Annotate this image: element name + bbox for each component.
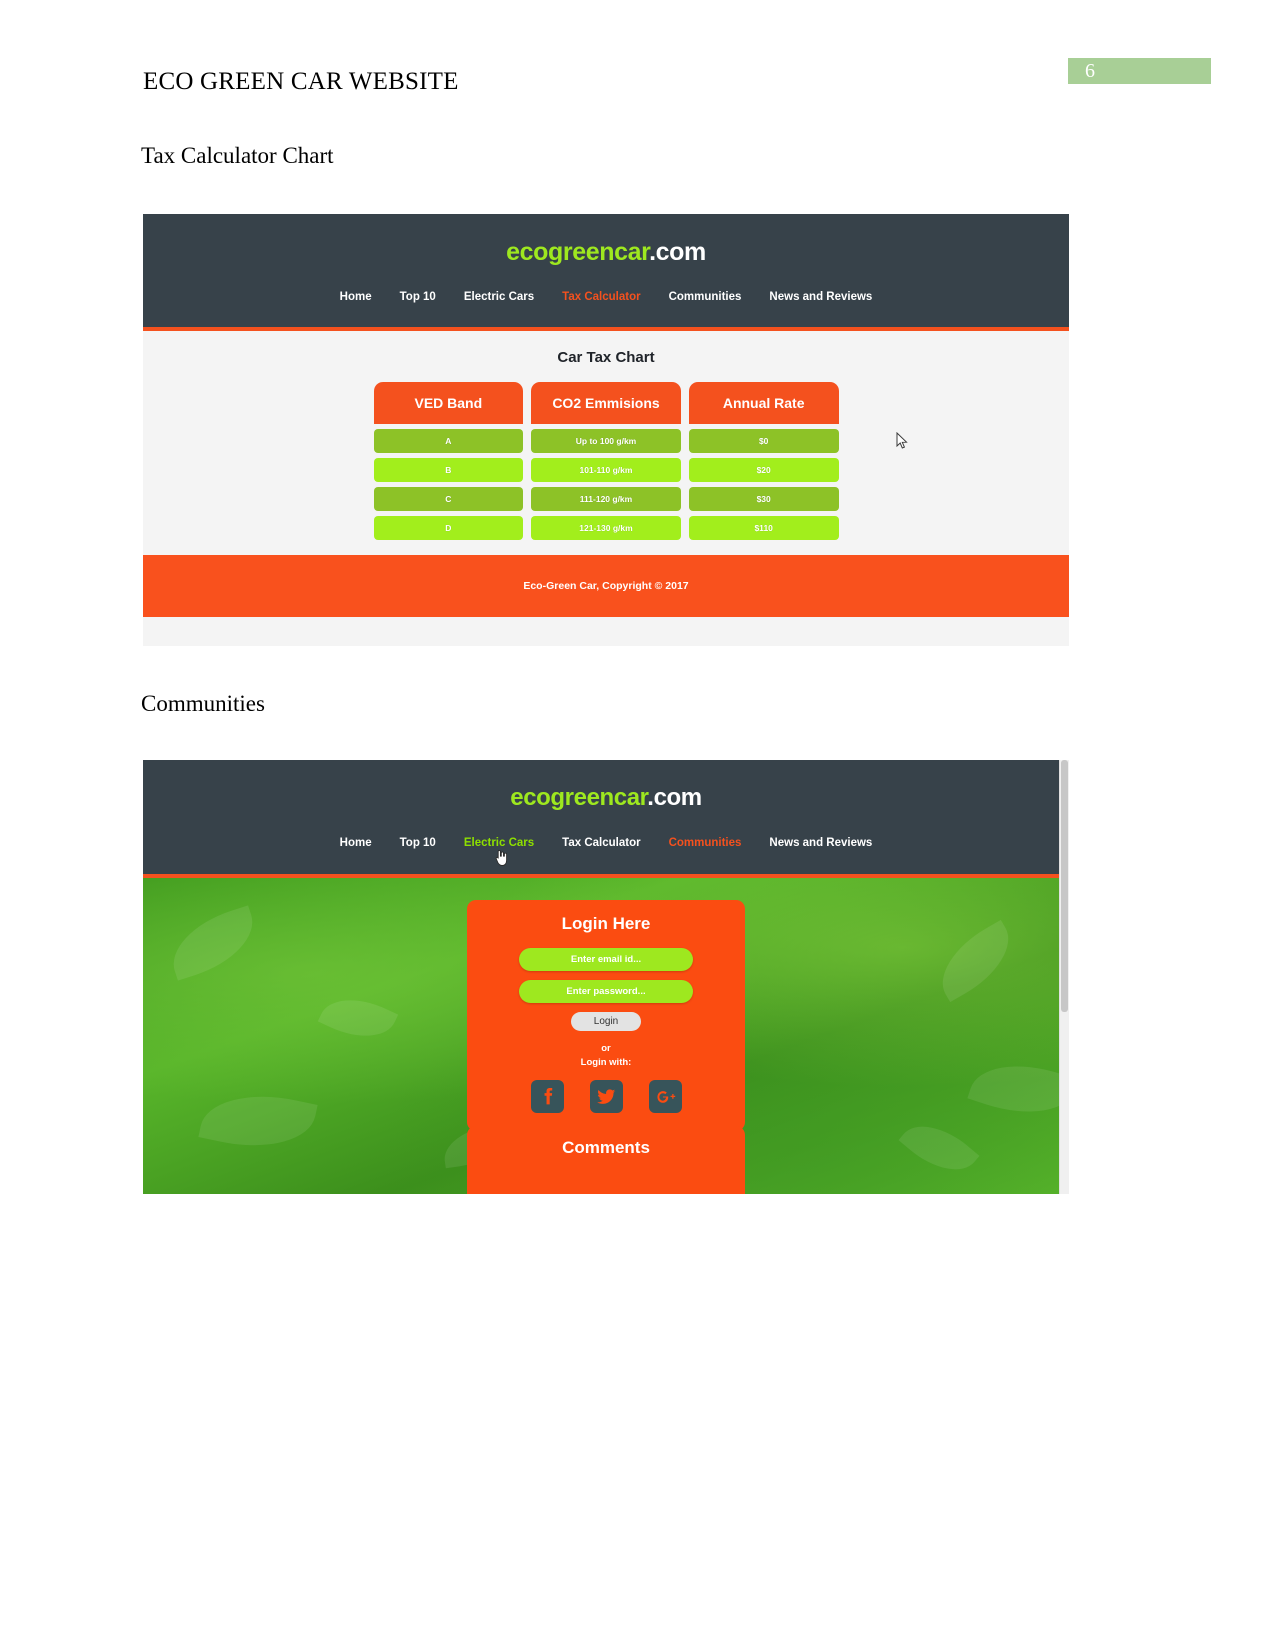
nav-item-communities[interactable]: Communities [655, 837, 756, 849]
leaf-decoration [162, 905, 264, 981]
car-tax-chart-title: Car Tax Chart [557, 349, 655, 366]
facebook-icon[interactable] [530, 1080, 564, 1113]
cell-ved-band: C [373, 487, 524, 511]
cell-co2-emissions: 101-110 g/km [531, 458, 681, 482]
leaf-decoration [927, 919, 1024, 1003]
communities-body: Login Here Login or Login with: [143, 878, 1069, 1194]
document-page: ECO GREEN CAR WEBSITE 6 Tax Calculator C… [0, 0, 1275, 1651]
site-nav-communities: Home Top 10 Electric Cars Tax Calculator… [143, 837, 1069, 849]
nav-item-tax-calculator[interactable]: Tax Calculator [548, 837, 654, 849]
social-login-row [467, 1080, 745, 1113]
leaf-decoration [198, 1082, 318, 1160]
site-header-communities: ecogreencar.com Home Top 10 Electric Car… [143, 760, 1069, 874]
login-panel-title: Login Here [561, 914, 651, 933]
login-with-label: Login with: [580, 1057, 632, 1068]
or-separator-label: or [601, 1043, 611, 1054]
table-row: B 101-110 g/km $20 [373, 458, 839, 482]
site-logo-tax[interactable]: ecogreencar.com [143, 214, 1069, 267]
cell-co2-emissions: 111-120 g/km [531, 487, 681, 511]
logo-text-white: .com [649, 238, 706, 266]
screenshot-communities: ecogreencar.com Home Top 10 Electric Car… [143, 760, 1069, 1194]
comments-panel: Comments [467, 1126, 745, 1194]
leaf-decoration [898, 1109, 980, 1187]
table-row: A Up to 100 g/km $0 [373, 429, 839, 453]
nav-item-news-and-reviews[interactable]: News and Reviews [755, 837, 886, 849]
comments-panel-title: Comments [562, 1138, 650, 1157]
car-tax-table: VED Band CO2 Emmisions Annual Rate A Up … [373, 382, 839, 540]
logo-text-green: ecogreencar [506, 238, 650, 266]
leaf-decoration [967, 1048, 1069, 1130]
nav-item-communities[interactable]: Communities [655, 291, 756, 303]
table-row: D 121-130 g/km $110 [373, 516, 839, 540]
site-footer-tax: Eco-Green Car, Copyright © 2017 [143, 555, 1069, 617]
twitter-icon[interactable] [589, 1080, 623, 1113]
nav-item-tax-calculator[interactable]: Tax Calculator [548, 291, 654, 303]
nav-item-top-10[interactable]: Top 10 [386, 291, 450, 303]
footer-copyright-text: Eco-Green Car, Copyright © 2017 [523, 580, 689, 592]
cell-annual-rate: $30 [688, 487, 839, 511]
cell-co2-emissions: Up to 100 g/km [531, 429, 681, 453]
nav-item-news-and-reviews[interactable]: News and Reviews [755, 291, 886, 303]
logo-text-white: .com [647, 784, 702, 811]
nav-item-home[interactable]: Home [326, 837, 386, 849]
cell-ved-band: D [373, 516, 524, 540]
email-field[interactable] [519, 948, 693, 971]
page-number-badge: 6 [1068, 58, 1211, 84]
leaf-decoration [317, 985, 399, 1051]
column-header-annual-rate: Annual Rate [688, 382, 839, 424]
password-field[interactable] [519, 980, 693, 1003]
logo-text-green: ecogreencar [510, 784, 648, 811]
nav-item-electric-cars[interactable]: Electric Cars [450, 837, 548, 849]
section-heading-communities: Communities [141, 691, 265, 716]
cell-annual-rate: $110 [688, 516, 839, 540]
site-logo-communities[interactable]: ecogreencar.com [143, 760, 1069, 812]
document-header-title: ECO GREEN CAR WEBSITE [143, 68, 459, 95]
login-button[interactable]: Login [571, 1012, 641, 1031]
google-plus-icon[interactable] [648, 1080, 682, 1113]
screenshot-tax-calculator: ecogreencar.com Home Top 10 Electric Car… [143, 214, 1069, 646]
login-panel: Login Here Login or Login with: [467, 900, 745, 1131]
site-header-tax: ecogreencar.com Home Top 10 Electric Car… [143, 214, 1069, 327]
column-header-ved-band: VED Band [373, 382, 524, 424]
page-bottom-whitespace [143, 617, 1069, 646]
site-nav-tax: Home Top 10 Electric Cars Tax Calculator… [143, 291, 1069, 303]
cell-co2-emissions: 121-130 g/km [531, 516, 681, 540]
cell-ved-band: A [373, 429, 524, 453]
section-heading-tax-calculator-chart: Tax Calculator Chart [141, 143, 334, 168]
column-header-co2-emmisions: CO2 Emmisions [531, 382, 681, 424]
nav-item-home[interactable]: Home [326, 291, 386, 303]
cell-ved-band: B [373, 458, 524, 482]
tax-chart-body: Car Tax Chart VED Band CO2 Emmisions Ann… [143, 331, 1069, 555]
nav-item-top-10[interactable]: Top 10 [386, 837, 450, 849]
cell-annual-rate: $0 [688, 429, 839, 453]
cell-annual-rate: $20 [688, 458, 839, 482]
scrollbar-thumb[interactable] [1061, 760, 1068, 1012]
vertical-scrollbar[interactable] [1059, 760, 1069, 1194]
table-header-row: VED Band CO2 Emmisions Annual Rate [373, 382, 839, 424]
nav-item-electric-cars[interactable]: Electric Cars [450, 291, 548, 303]
table-row: C 111-120 g/km $30 [373, 487, 839, 511]
page-number-value: 6 [1085, 59, 1095, 82]
